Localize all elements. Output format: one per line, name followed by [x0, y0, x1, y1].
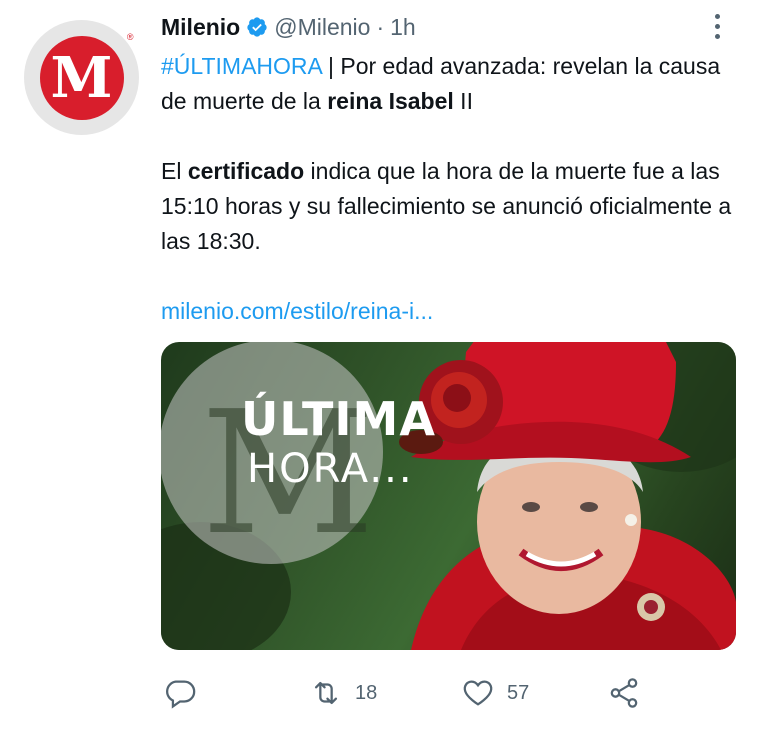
author-name[interactable]: Milenio — [161, 14, 240, 41]
tweet-timestamp[interactable]: 1h — [390, 14, 416, 41]
retweet-button[interactable]: 18 — [309, 668, 377, 718]
heart-icon — [463, 680, 493, 706]
more-options-icon[interactable] — [712, 14, 722, 42]
author-handle[interactable]: @Milenio — [274, 14, 370, 41]
verified-badge-icon — [247, 17, 267, 37]
tweet-actions: 18 57 — [161, 668, 721, 718]
reply-icon — [166, 680, 196, 709]
reply-button[interactable] — [163, 668, 209, 718]
media-image[interactable]: M ÚLTIMA HORA... — [161, 342, 736, 650]
like-button[interactable]: 57 — [461, 668, 529, 718]
text-segment: El — [161, 158, 188, 184]
share-icon — [610, 678, 638, 708]
tweet-paragraph-2: El certificado indica que la hora de la … — [161, 154, 741, 259]
retweet-icon — [314, 681, 338, 705]
media-overlay-title: ÚLTIMA — [241, 392, 436, 446]
like-count: 57 — [507, 681, 530, 704]
text-segment: II — [453, 88, 473, 114]
article-link[interactable]: milenio.com/estilo/reina-i... — [161, 294, 741, 329]
logo-letter: M — [50, 44, 113, 111]
tweet-paragraph-1: #ÚLTIMAHORA | Por edad avanzada: revelan… — [161, 49, 741, 119]
registered-mark: ® — [126, 31, 134, 42]
bold-segment: reina Isabel — [327, 88, 454, 114]
media-illustration: M — [161, 342, 736, 650]
media-overlay-subtitle: HORA... — [247, 446, 414, 492]
share-button[interactable] — [607, 668, 641, 718]
separator-dot: · — [376, 13, 385, 40]
retweet-count: 18 — [355, 681, 378, 704]
hashtag-link[interactable]: #ÚLTIMAHORA — [161, 53, 322, 79]
tweet-text: #ÚLTIMAHORA | Por edad avanzada: revelan… — [161, 49, 741, 329]
tweet-header: Milenio @Milenio · 1h — [161, 10, 416, 44]
milenio-logo: M ® — [39, 32, 134, 120]
avatar[interactable]: M ® — [24, 20, 139, 135]
bold-segment: certificado — [187, 158, 305, 184]
